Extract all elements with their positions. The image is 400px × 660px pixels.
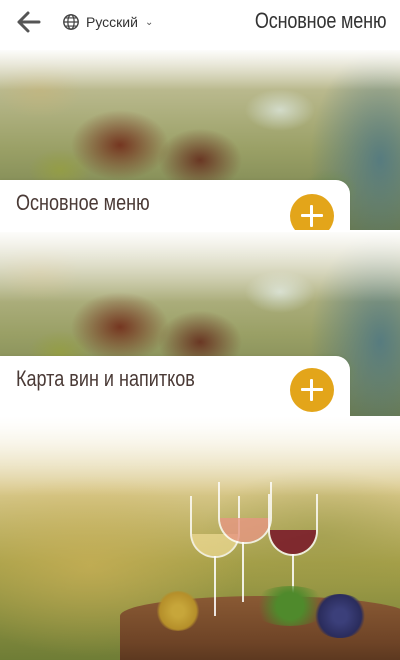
menu-card-label-box: Карта вин и напитков [0,356,350,416]
menu-card-drinks-image[interactable] [0,416,400,660]
back-button[interactable] [16,10,42,34]
language-selector[interactable]: Русский ⌄ [62,11,153,33]
grapes-shape [155,591,201,631]
globe-icon [63,14,79,30]
page-title: Основное меню [254,8,387,33]
expand-button[interactable] [290,368,334,412]
menu-card-label: Основное меню [16,190,150,215]
grapes-shape [312,594,368,638]
expand-button[interactable] [290,194,334,230]
menu-card-label: Карта вин и напитков [16,366,195,391]
header-bar: Русский ⌄ Основное меню [0,0,400,44]
menu-card-label-box: Основное меню [0,180,350,230]
arrow-left-icon [17,11,41,33]
menu-card-main[interactable]: Основное меню [0,50,400,230]
menu-card-wine[interactable]: Карта вин и напитков [0,232,400,416]
chevron-down-icon: ⌄ [144,16,154,28]
wine-glass [268,494,318,614]
language-label: Русский [86,14,138,30]
